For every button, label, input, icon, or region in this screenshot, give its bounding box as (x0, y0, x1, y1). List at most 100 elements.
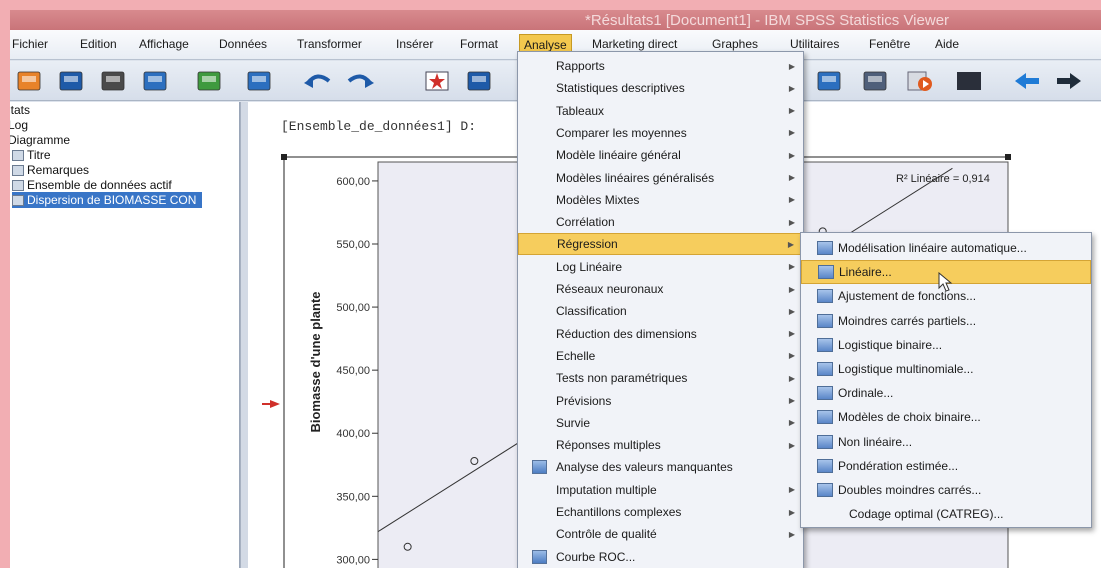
menu-transformer[interactable]: Transformer (295, 37, 364, 51)
menu-graphes[interactable]: Graphes (710, 37, 760, 51)
analyse-menu-item-tests-non-parametriques[interactable]: Tests non paramétriques ▶ (518, 367, 803, 389)
regression-item-modelisation-lineaire-automatique[interactable]: Modélisation linéaire automatique... (801, 236, 1091, 260)
regression-item-codage-optimal-catreg[interactable]: Codage optimal (CATREG)... (801, 502, 1091, 526)
outline-item-dispersion-de-biomasse-con[interactable]: Dispersion de BIOMASSE CON (12, 192, 203, 208)
analyse-menu-item-echantillons-complexes[interactable]: Echantillons complexes ▶ (518, 501, 803, 523)
analyse-menu-item-reseaux-neuronaux[interactable]: Réseaux neuronaux ▶ (518, 278, 803, 300)
undo-icon[interactable] (300, 65, 334, 97)
menu-fenetre[interactable]: Fenêtre (867, 37, 912, 51)
export-icon[interactable] (192, 65, 226, 97)
menu-format[interactable]: Format (458, 37, 500, 51)
submenu-arrow-icon: ▶ (788, 396, 795, 405)
analyse-menu-item-log-lineaire[interactable]: Log Linéaire ▶ (518, 256, 803, 278)
menu-item-label: Moindres carrés partiels... (838, 313, 977, 328)
goto-data-icon[interactable] (420, 65, 454, 97)
analyse-menu-item-modele-lineaire-general[interactable]: Modèle linéaire général ▶ (518, 144, 803, 166)
menu-fichier[interactable]: Fichier (10, 37, 50, 51)
logistique-binaire-icon (817, 337, 833, 352)
analyse-menu-item-comparer-les-moyennes[interactable]: Comparer les moyennes ▶ (518, 122, 803, 144)
dataset-reference-line: [Ensemble_de_données1] D: (281, 119, 477, 134)
forward-arrow-icon[interactable] (1052, 65, 1086, 97)
back-arrow-icon[interactable] (1010, 65, 1044, 97)
menu-item-label: Doubles moindres carrés... (838, 483, 982, 497)
submenu-arrow-icon: ▶ (788, 351, 795, 361)
menu-item-label: Modèle linéaire général (556, 148, 681, 163)
menu-item-label: Modèles linéaires généralisés (556, 170, 715, 185)
menu-item-label: Comparer les moyennes (556, 125, 687, 140)
menu-aide[interactable]: Aide (933, 37, 961, 51)
open-folder-icon[interactable] (12, 65, 46, 97)
submenu-arrow-icon: ▶ (788, 217, 795, 227)
regression-item-ponderation-estimee[interactable]: Pondération estimée... (801, 454, 1091, 478)
submenu-arrow-icon: ▶ (788, 440, 795, 450)
redo-icon[interactable] (344, 65, 378, 97)
analyse-menu-item-analyse-des-valeurs-manquantes[interactable]: Analyse des valeurs manquantes (518, 456, 803, 478)
analyse-menu-item-statistiques-descriptives[interactable]: Statistiques descriptives ▶ (518, 77, 803, 99)
edit-icon[interactable] (858, 65, 892, 97)
regression-item-modeles-de-choix-binaire[interactable]: Modèles de choix binaire... (801, 405, 1091, 429)
analyse-menu-item-classification[interactable]: Classification ▶ (518, 300, 803, 322)
menu-edition[interactable]: Edition (78, 37, 119, 51)
play-icon[interactable] (902, 65, 936, 97)
pane-splitter[interactable] (240, 102, 248, 568)
outline-item-titre[interactable]: Titre (12, 147, 51, 163)
menu-marketing-direct[interactable]: Marketing direct (590, 37, 679, 51)
dialog-recall-icon[interactable] (242, 65, 276, 97)
analyse-menu-item-regression[interactable]: Régression ▶ (518, 233, 803, 256)
chart-builder-icon[interactable] (812, 65, 846, 97)
submenu-arrow-icon: ▶ (788, 529, 795, 539)
outline-item-ltats[interactable]: ltats (10, 102, 30, 118)
menu-item-label: Régression (557, 237, 618, 252)
analyse-menu-item-correlation[interactable]: Corrélation ▶ (518, 211, 803, 233)
analyse-menu-item-imputation-multiple[interactable]: Imputation multiple ▶ (518, 479, 803, 501)
analyse-menu-item-echelle[interactable]: Echelle ▶ (518, 345, 803, 367)
regression-item-moindres-carres-partiels[interactable]: Moindres carrés partiels... (801, 309, 1091, 333)
menu-affichage[interactable]: Affichage (137, 37, 191, 51)
print-icon[interactable] (96, 65, 130, 97)
analyse-des-valeurs-manquantes-icon (532, 460, 547, 475)
outline-item-diagramme[interactable]: Diagramme (10, 132, 70, 148)
y-tick-label: 400,00 (336, 428, 370, 440)
analyse-menu-item-controle-de-qualite[interactable]: Contrôle de qualité ▶ (518, 523, 803, 545)
outline-item-log[interactable]: Log (10, 117, 28, 133)
menu-item-label: Réduction des dimensions (556, 326, 697, 341)
submenu-arrow-icon: ▶ (788, 262, 795, 272)
outline-item-ensemble-de-donnees-actif[interactable]: Ensemble de données actif (12, 177, 172, 193)
analyse-menu-item-reduction-des-dimensions[interactable]: Réduction des dimensions ▶ (518, 323, 803, 345)
menu-item-label: Codage optimal (CATREG)... (849, 507, 1004, 522)
regression-item-doubles-moindres-carres[interactable]: Doubles moindres carrés... (801, 478, 1091, 502)
chart-handle (1005, 154, 1011, 160)
analyse-menu-item-courbe-roc[interactable]: Courbe ROC... (518, 546, 803, 568)
analyse-menu-item-modeles-lineaires-generalises[interactable]: Modèles linéaires généralisés ▶ (518, 167, 803, 189)
regression-item-ordinale[interactable]: Ordinale... (801, 381, 1091, 405)
analyse-menu-item-reponses-multiples[interactable]: Réponses multiples ▶ (518, 434, 803, 456)
menu-item-label: Log Linéaire (556, 259, 623, 274)
outline-item-label: Remarques (27, 163, 90, 177)
analyse-menu-item-survie[interactable]: Survie ▶ (518, 412, 803, 434)
menu-item-label: Ordinale... (838, 386, 894, 401)
y-tick-label: 500,00 (336, 302, 370, 314)
ordinale-icon (817, 386, 833, 401)
analyse-menu-item-modeles-mixtes[interactable]: Modèles Mixtes ▶ (518, 189, 803, 211)
analyse-menu-item-tableaux[interactable]: Tableaux ▶ (518, 100, 803, 122)
save-icon[interactable] (54, 65, 88, 97)
menu-item-label: Echantillons complexes (556, 505, 682, 519)
regression-item-logistique-binaire[interactable]: Logistique binaire... (801, 333, 1091, 357)
print-preview-icon[interactable] (138, 65, 172, 97)
regression-item-logistique-multinomiale[interactable]: Logistique multinomiale... (801, 357, 1091, 381)
menu-utilitaires[interactable]: Utilitaires (788, 37, 841, 51)
designate-window-icon[interactable] (952, 65, 986, 97)
menu-donnees[interactable]: Données (217, 37, 269, 51)
regression-item-non-lineaire[interactable]: Non linéaire... (801, 430, 1091, 454)
variables-icon[interactable] (462, 65, 496, 97)
outline-item-remarques[interactable]: Remarques (12, 162, 89, 178)
y-axis-label: Biomasse d'une plante (308, 291, 323, 432)
outline-item-label: Titre (27, 148, 51, 162)
outline-item-label: Dispersion de BIOMASSE CON (27, 193, 197, 207)
courbe-roc-icon (532, 549, 547, 564)
menu-item-label: Réseaux neuronaux (556, 282, 664, 296)
menu-inserer[interactable]: Insérer (394, 37, 435, 51)
analyse-menu-item-previsions[interactable]: Prévisions ▶ (518, 390, 803, 412)
y-tick-label: 550,00 (336, 239, 370, 251)
analyse-menu-item-rapports[interactable]: Rapports ▶ (518, 55, 803, 77)
